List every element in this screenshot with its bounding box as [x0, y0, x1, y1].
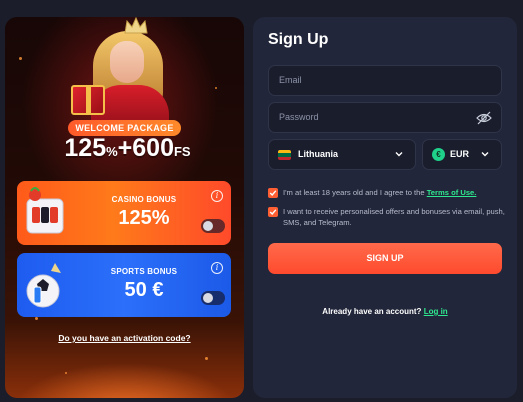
password-field[interactable]: Password	[268, 102, 502, 133]
sports-ball-icon	[26, 263, 61, 308]
euro-icon: €	[432, 148, 445, 161]
terms-link[interactable]: Terms of Use.	[427, 188, 477, 197]
toggle-knob	[203, 221, 213, 231]
terms-text: I'm at least 18 years old and I agree to…	[283, 188, 477, 197]
slot-machine-icon	[26, 187, 64, 234]
checkmark-icon	[269, 209, 277, 216]
promo-panel: WELCOME PACKAGE 125%+600FS CASINO BONUS …	[5, 17, 244, 398]
casino-bonus-value: 125%	[118, 207, 170, 229]
country-select[interactable]: Lithuania	[268, 139, 416, 170]
sign-up-button[interactable]: SIGN UP	[268, 243, 502, 274]
sports-bonus-title: SPORTS BONUS	[110, 267, 178, 276]
hero-face	[110, 41, 144, 83]
terms-checkbox[interactable]	[268, 188, 278, 198]
info-icon[interactable]: i	[211, 262, 223, 274]
activation-code-link[interactable]: Do you have an activation code?	[5, 333, 244, 343]
eye-off-icon[interactable]	[476, 111, 492, 125]
spark-decoration	[35, 317, 38, 320]
login-prompt: Already have an account? Log in	[322, 307, 448, 316]
password-placeholder: Password	[279, 112, 319, 122]
spark-decoration	[215, 87, 217, 89]
login-link[interactable]: Log in	[424, 307, 448, 316]
offers-text: I want to receive personalised offers an…	[283, 207, 505, 227]
crown-icon	[124, 17, 148, 34]
checkmark-icon	[269, 190, 277, 197]
email-placeholder: Email	[279, 75, 302, 85]
sports-bonus-card[interactable]: SPORTS BONUS 50 € i	[17, 253, 231, 317]
spark-decoration	[205, 357, 208, 360]
chevron-down-icon	[481, 152, 489, 157]
country-value: Lithuania	[298, 149, 338, 159]
lithuania-flag-icon	[278, 150, 291, 160]
currency-select[interactable]: € EUR	[422, 139, 502, 170]
signup-form: Sign Up Email Password Lithuania € EUR I…	[253, 17, 517, 398]
sports-bonus-value: 50 €	[124, 279, 164, 301]
toggle-knob	[203, 293, 213, 303]
gift-box-icon	[71, 85, 105, 115]
chevron-down-icon	[395, 152, 403, 157]
email-field[interactable]: Email	[268, 65, 502, 96]
info-icon[interactable]: i	[211, 190, 223, 202]
form-title: Sign Up	[268, 31, 329, 48]
casino-bonus-card[interactable]: CASINO BONUS 125% i	[17, 181, 231, 245]
welcome-headline: 125%+600FS	[64, 134, 191, 162]
casino-bonus-title: CASINO BONUS	[111, 195, 177, 204]
spark-decoration	[19, 57, 22, 60]
casino-bonus-toggle[interactable]	[201, 219, 225, 233]
offers-checkbox[interactable]	[268, 207, 278, 217]
currency-value: EUR	[450, 149, 470, 159]
spark-decoration	[65, 372, 67, 374]
sports-bonus-toggle[interactable]	[201, 291, 225, 305]
